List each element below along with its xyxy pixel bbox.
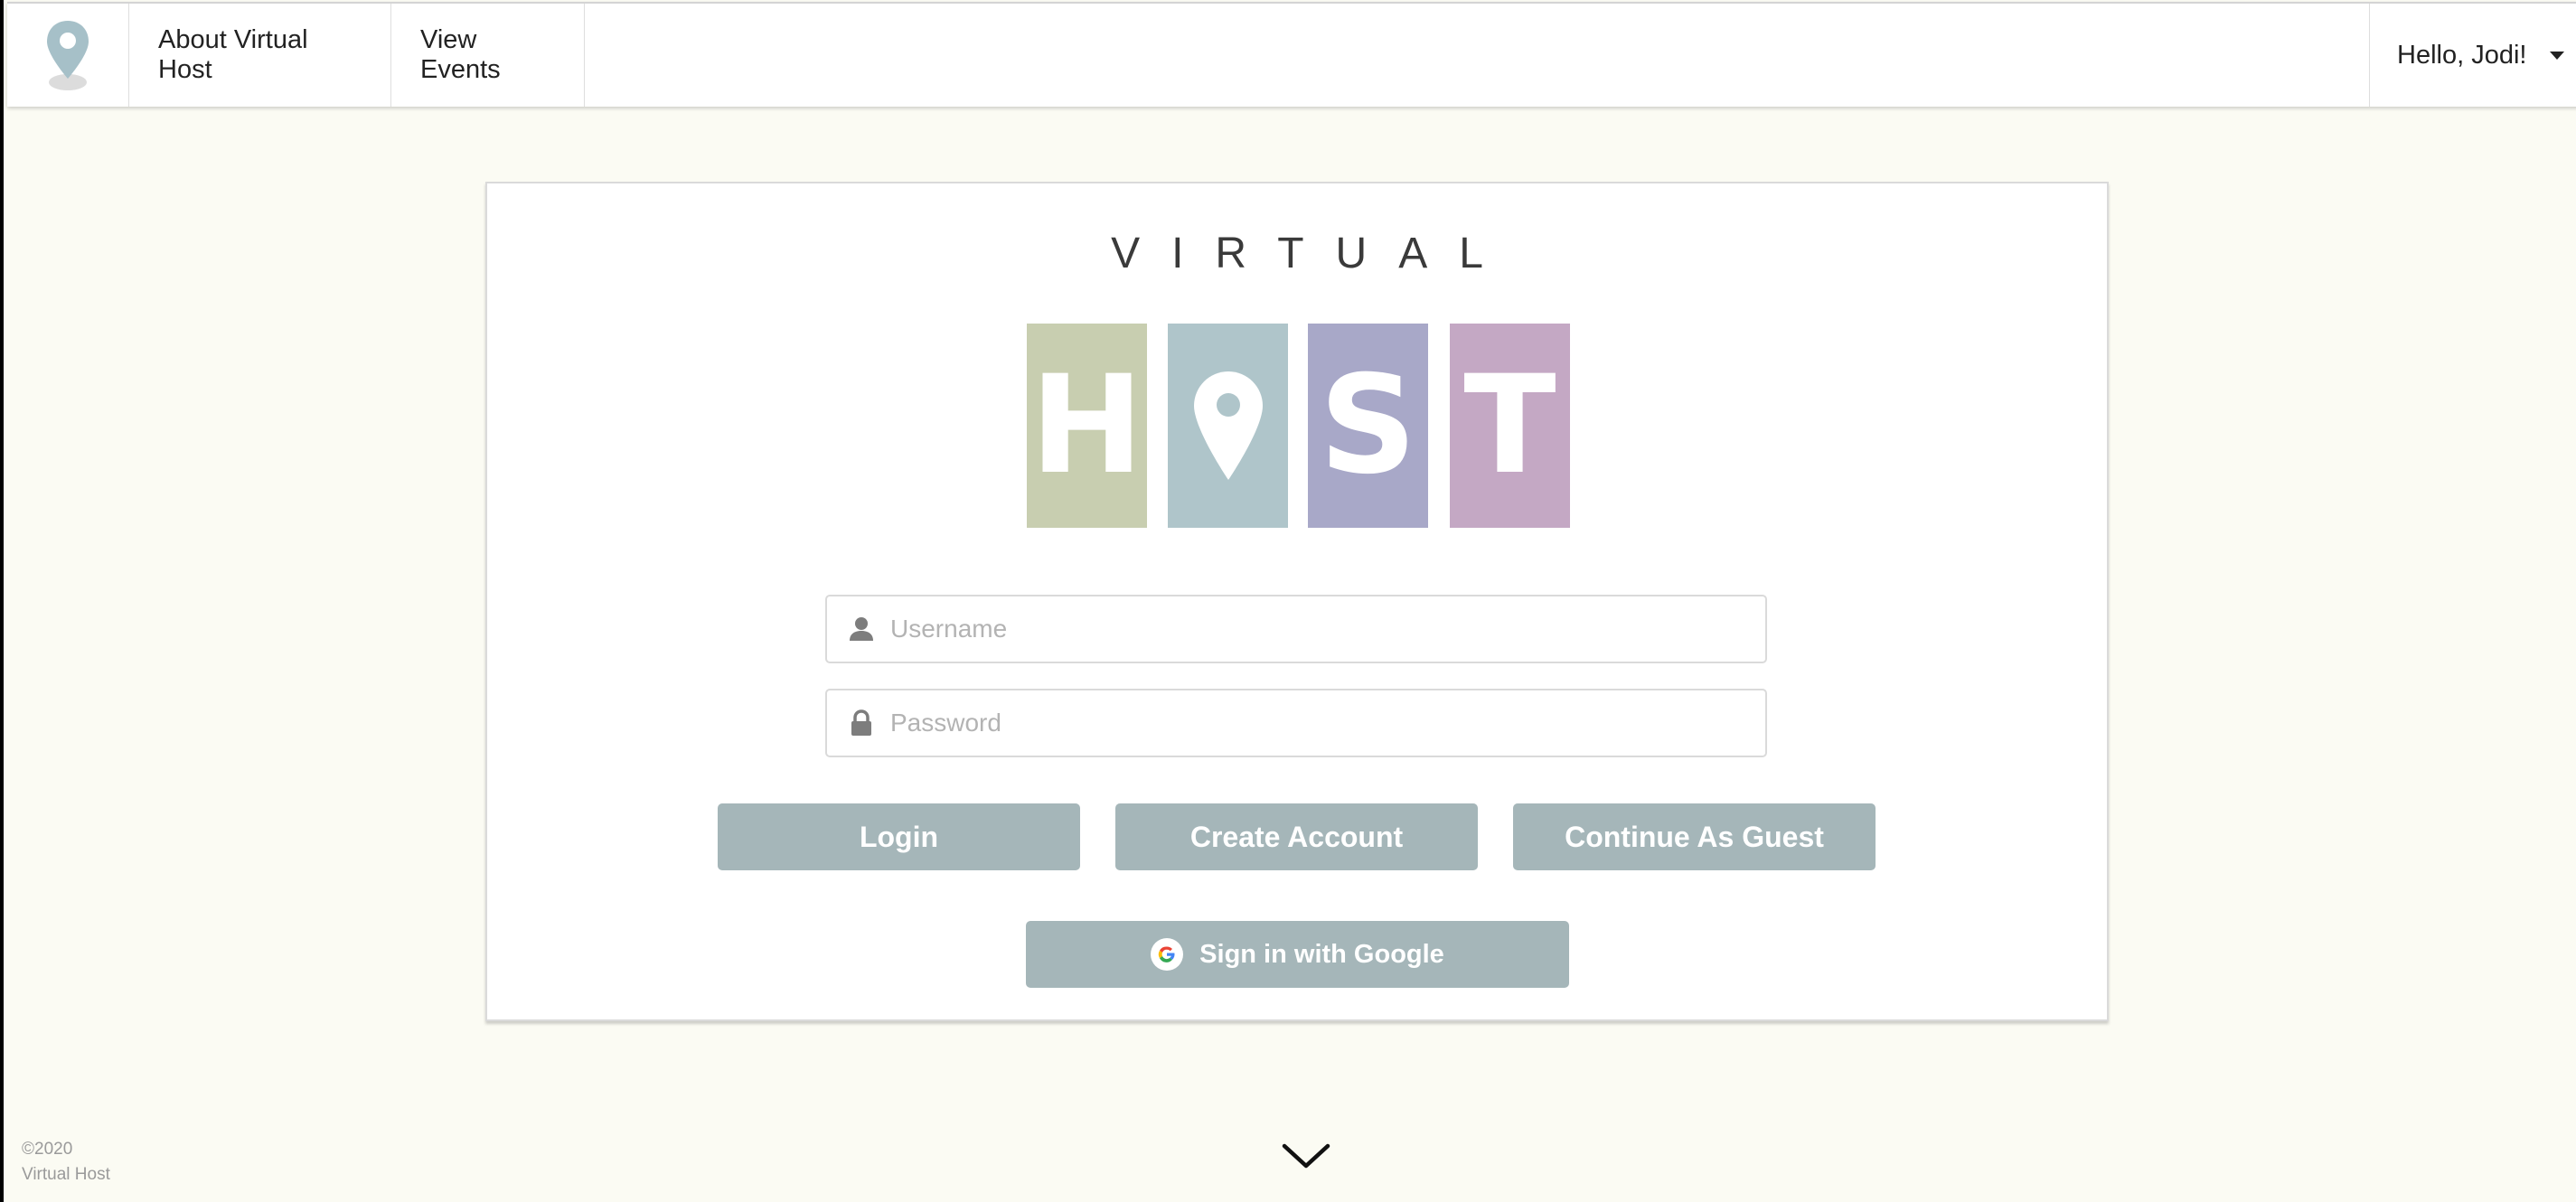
nav-events-label: View Events (420, 25, 501, 84)
nav-view-events-link[interactable]: View Events (391, 4, 585, 107)
copyright-text: ©2020 (22, 1140, 73, 1159)
continue-as-guest-button[interactable]: Continue As Guest (1513, 803, 1876, 870)
nav-about-link[interactable]: About Virtual Host (129, 4, 391, 107)
password-field[interactable] (825, 689, 1767, 757)
nav-about-label: About Virtual Host (158, 25, 308, 84)
login-card: VIRTUAL H S T Username Login Create Acco… (485, 182, 2109, 1021)
logo-tile-s: S (1308, 324, 1428, 528)
google-sign-in-button[interactable]: Sign in with Google (1026, 921, 1569, 988)
logo-tile-h: H (1027, 324, 1147, 528)
user-greeting: Hello, Jodi! (2397, 40, 2527, 70)
company-name: Virtual Host (22, 1165, 110, 1184)
user-icon (827, 596, 896, 662)
logo-tile-pin (1168, 324, 1288, 528)
google-icon (1151, 938, 1184, 971)
caret-down-icon (2550, 51, 2565, 60)
map-pin-icon (47, 21, 89, 90)
login-button-label: Login (859, 820, 939, 853)
login-button[interactable]: Login (718, 803, 1080, 870)
continue-as-guest-button-label: Continue As Guest (1565, 820, 1824, 853)
user-menu-dropdown[interactable]: Hello, Jodi! (2369, 4, 2576, 107)
lock-icon (827, 690, 896, 756)
logo-tile-letter: S (1319, 347, 1417, 504)
username-field[interactable] (825, 595, 1767, 663)
scroll-down-chevron-icon[interactable] (1281, 1141, 1331, 1176)
logo-tile-t: T (1450, 324, 1570, 528)
password-input[interactable] (890, 691, 1765, 755)
username-input[interactable] (890, 597, 1765, 661)
brand-logo-tiles: H S T (1027, 324, 1570, 528)
map-pin-icon (1193, 371, 1263, 480)
footer: ©2020 Virtual Host (22, 1137, 110, 1188)
logo-tile-letter: H (1029, 347, 1144, 504)
logo-tile-letter: T (1463, 347, 1556, 504)
brand-wordmark-virtual: VIRTUAL (1111, 230, 1515, 277)
top-navbar: About Virtual Host View Events Hello, Jo… (7, 2, 2576, 107)
home-logo-link[interactable] (7, 4, 129, 107)
create-account-button-label: Create Account (1189, 820, 1404, 853)
page: About Virtual Host View Events Hello, Jo… (0, 0, 2576, 1202)
create-account-button[interactable]: Create Account (1115, 803, 1478, 870)
google-sign-in-label: Sign in with Google (1199, 939, 1444, 969)
